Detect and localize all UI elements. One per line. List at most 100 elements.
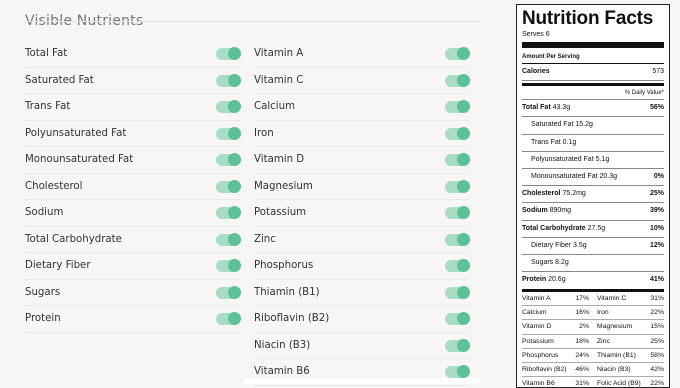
nutrient-label: Iron [254, 127, 274, 139]
mono-fat-row: Monounsaturated Fat 20.3g 0% [522, 169, 664, 187]
nutrient-label: Vitamin B6 [254, 366, 310, 377]
vitamin-cell-magnesium: Magnesium 15% [593, 320, 664, 335]
vitamin-cell-calcium: Calcium 16% [522, 306, 593, 321]
toggle-iron[interactable] [445, 126, 470, 140]
toggle-riboflavin-b2[interactable] [445, 312, 470, 325]
vitamin-cell-niacin-b3: Niacin (B3) 42% [593, 363, 664, 377]
toggle-potassium[interactable] [445, 206, 470, 219]
nutrient-label: Vitamin A [254, 48, 304, 59]
carbs-label: Total Carbohydrate [522, 224, 586, 232]
toggle-knob [228, 285, 241, 299]
nutrient-label: Thiamin (B1) [254, 286, 320, 298]
toggle-calcium[interactable] [445, 100, 470, 113]
nutrient-label: Sugars [25, 286, 61, 298]
vitamin-name: Vitamin B6 [522, 379, 555, 387]
toggle-dietary-fiber[interactable] [216, 259, 241, 272]
toggle-monounsaturated-fat[interactable] [216, 153, 241, 166]
saturated-fat-amount: 15.2g [575, 121, 593, 129]
fiber-dv: 12% [649, 241, 664, 249]
saturated-fat-label: Saturated Fat [531, 121, 574, 129]
toggle-cholesterol[interactable] [216, 179, 241, 193]
nutrient-row-magnesium: Magnesium [254, 174, 470, 200]
toggle-sodium[interactable] [216, 206, 241, 219]
vitamin-name: Thiamin (B1) [597, 351, 636, 359]
toggle-vitamin-d[interactable] [445, 153, 470, 166]
nutrient-label: Vitamin C [254, 74, 304, 86]
toggle-saturated-fat[interactable] [216, 73, 241, 87]
saturated-fat-row: Saturated Fat 15.2g [522, 117, 664, 135]
vitamin-dv: 22% [650, 309, 664, 317]
toggle-knob [457, 312, 470, 325]
toggle-knob [228, 179, 241, 193]
sugars-label: Sugars [531, 258, 554, 266]
toggle-protein[interactable] [216, 312, 241, 325]
trans-fat-row: Trans Fat 0.1g [522, 135, 664, 152]
nutrient-row-sugars: Sugars [25, 280, 241, 306]
nutrient-row-phosphorus: Phosphorus [254, 253, 470, 280]
sodium-amount: 890mg [549, 207, 572, 215]
total-fat-dv: 56% [649, 104, 664, 112]
servings-text: Serves 6 [522, 31, 550, 38]
vitamin-name: Calcium [522, 309, 547, 317]
nutrient-label: Zinc [254, 233, 276, 245]
nutrient-row-cholesterol: Cholesterol [25, 174, 241, 200]
total-fat-label: Total Fat [522, 104, 551, 112]
poly-fat-label: Polyunsaturated Fat [531, 155, 594, 163]
toggle-knob [228, 73, 241, 87]
carbs-amount: 27.5g [587, 224, 606, 232]
nutrient-row-vitamin-d: Vitamin D [254, 147, 470, 174]
carbs-row: Total Carbohydrate 27.5g 10% [522, 221, 664, 238]
vitamin-cell-potassium: Potassium 18% [522, 335, 593, 349]
vitamin-dv: 31% [650, 295, 664, 303]
toggle-knob [228, 126, 241, 140]
toggle-knob [457, 179, 470, 193]
title-divider [25, 21, 480, 22]
toggle-vitamin-b6[interactable] [445, 365, 470, 378]
toggle-knob [457, 259, 470, 272]
vitamin-cell-phosphorus: Phosphorus 24% [522, 349, 593, 363]
toggle-knob [228, 259, 241, 272]
toggle-vitamin-c[interactable] [445, 73, 470, 87]
toggle-zinc[interactable] [445, 232, 470, 246]
vitamin-dv: 31% [575, 379, 589, 387]
sodium-row: Sodium 890mg 39% [522, 203, 664, 221]
nutrient-row-vitamin-a: Vitamin A [254, 41, 470, 68]
nutrient-row-thiamin-b1: Thiamin (B1) [254, 280, 470, 306]
toggle-polyunsaturated-fat[interactable] [216, 126, 241, 140]
toggle-sugars[interactable] [216, 285, 241, 299]
nutrient-label: Potassium [254, 207, 307, 218]
vitamin-name: Potassium [522, 337, 554, 345]
nutrient-row-iron: Iron [254, 121, 470, 147]
fiber-amount: 3.5g [573, 241, 587, 249]
toggle-total-fat[interactable] [216, 47, 241, 60]
vitamin-name: Niacin (B3) [597, 365, 631, 373]
toggle-trans-fat[interactable] [216, 100, 241, 113]
cholesterol-label: Cholesterol [522, 190, 561, 198]
nutrient-row-trans-fat: Trans Fat [25, 94, 241, 121]
right-nutrient-list: Vitamin A Vitamin C Calcium Iron Vitamin D Ma… [254, 41, 470, 386]
nutrient-row-polyunsaturated-fat: Polyunsaturated Fat [25, 121, 241, 147]
trans-fat-amount: 0.1g [562, 138, 577, 146]
nutrient-row-riboflavin-b2: Riboflavin (B2) [254, 306, 470, 333]
calories-value: 573 [652, 68, 664, 75]
toggle-thiamin-b1[interactable] [445, 285, 470, 299]
nutrient-label: Trans Fat [25, 101, 71, 112]
vitamin-name: Vitamin C [597, 295, 627, 303]
nutrient-label: Protein [25, 313, 61, 324]
toggle-magnesium[interactable] [445, 179, 470, 193]
toggle-knob [228, 47, 241, 60]
toggle-phosphorus[interactable] [445, 259, 470, 272]
toggle-knob [228, 206, 241, 219]
protein-dv: 41% [649, 276, 664, 284]
nutrient-label: Cholesterol [25, 180, 83, 192]
left-nutrient-list: Total Fat Saturated Fat Trans Fat Polyunsat… [25, 41, 241, 333]
nutrient-label: Monounsaturated Fat [25, 154, 134, 165]
nutrient-row-potassium: Potassium [254, 200, 470, 227]
vitamin-dv: 16% [575, 309, 589, 317]
toggle-knob [228, 100, 241, 113]
toggle-total-carbohydrate[interactable] [216, 232, 241, 246]
toggle-niacin-b3[interactable] [445, 338, 470, 352]
vitamin-dv: 46% [575, 365, 589, 373]
vitamin-dv: 42% [650, 365, 664, 373]
toggle-vitamin-a[interactable] [445, 47, 470, 60]
